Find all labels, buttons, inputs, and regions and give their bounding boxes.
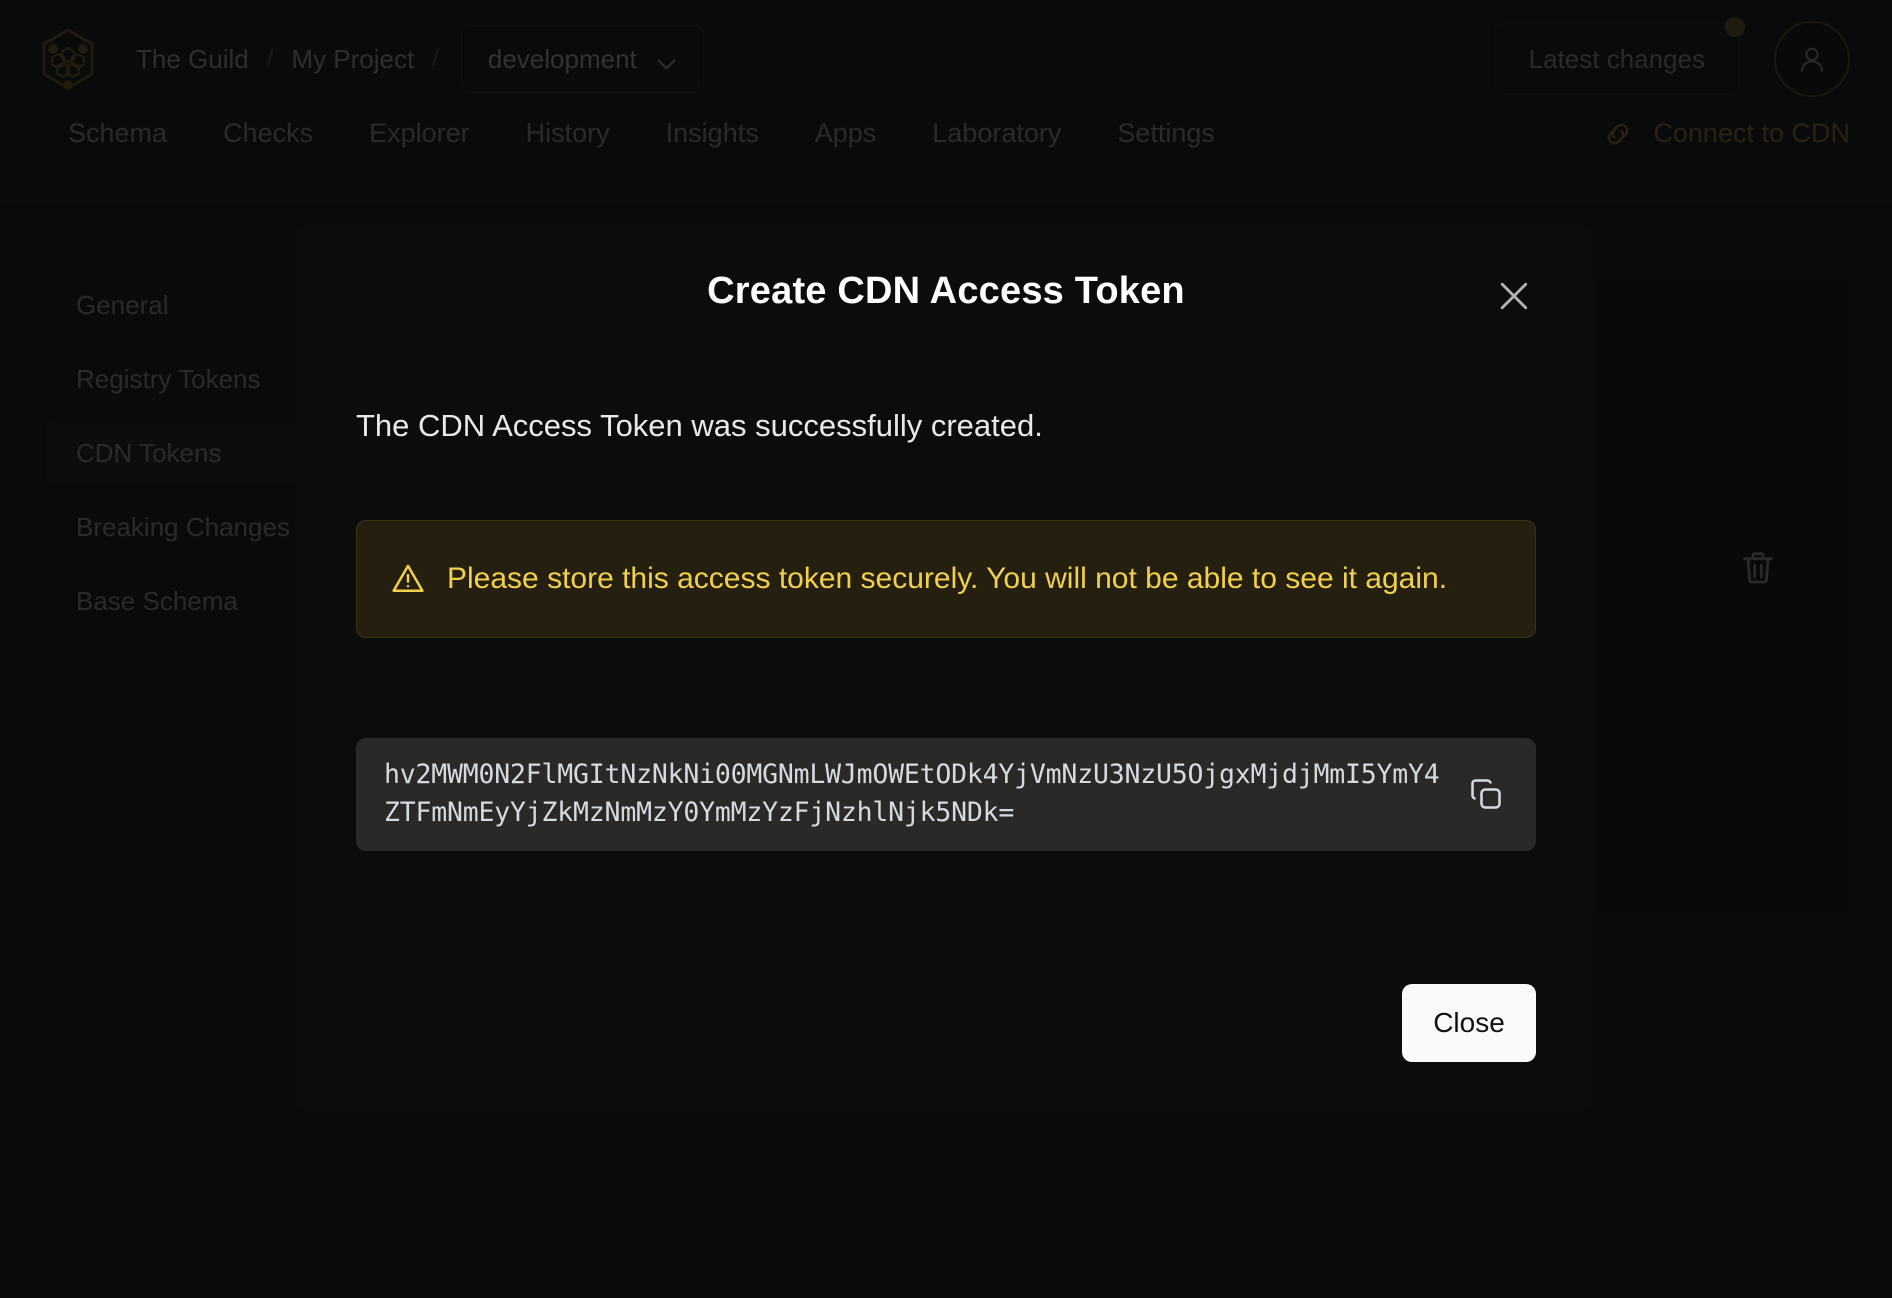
security-warning-text: Please store this access token securely.… [447,562,1448,595]
close-button[interactable]: Close [1402,984,1536,1062]
close-icon[interactable] [1492,274,1536,318]
modal-footer: Close [356,984,1536,1062]
copy-token-button[interactable] [1462,770,1510,818]
token-display-box: hv2MWM0N2FlMGItNzNkNi00MGNmLWJmOWEtODk4Y… [356,738,1536,851]
warning-triangle-icon [392,564,424,593]
security-warning-banner: Please store this access token securely.… [356,520,1536,638]
access-token-value[interactable]: hv2MWM0N2FlMGItNzNkNi00MGNmLWJmOWEtODk4Y… [384,756,1446,833]
create-cdn-access-token-modal: Create CDN Access Token The CDN Access T… [296,224,1596,1112]
copy-icon [1471,779,1501,810]
page-title: Create CDN Access Token [707,270,1185,312]
modal-success-message: The CDN Access Token was successfully cr… [356,408,1043,443]
modal-header: Create CDN Access Token [356,270,1536,332]
